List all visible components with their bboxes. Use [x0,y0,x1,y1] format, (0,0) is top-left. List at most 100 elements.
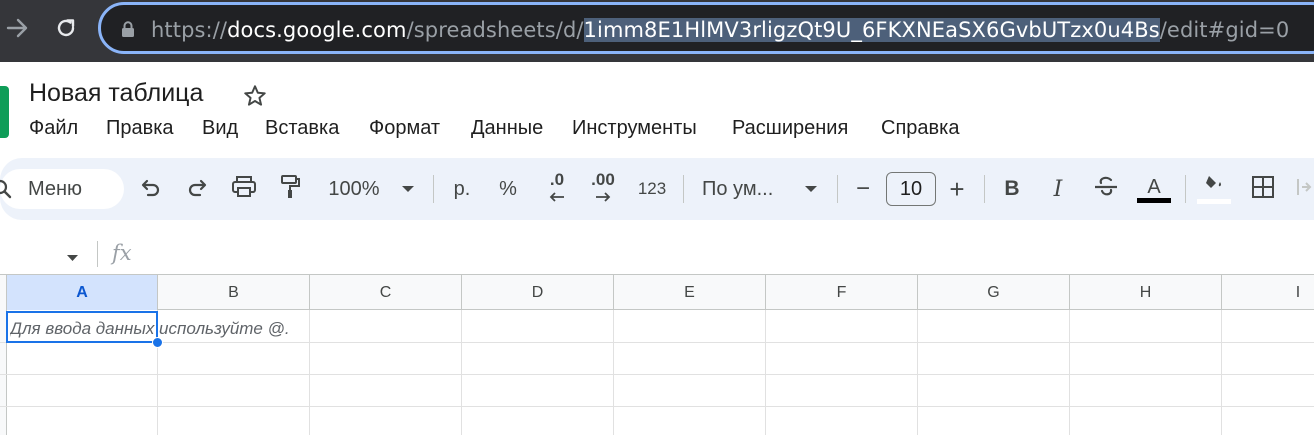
column-header-a[interactable]: A [7,275,158,310]
menu-search-button[interactable]: Меню [0,169,124,209]
menu-search-label: Меню [28,178,83,200]
fill-color-swatch [1197,199,1231,204]
column-header-h[interactable]: H [1070,275,1222,310]
column-header-e[interactable]: E [614,275,766,310]
url-domain: docs.google.com [227,18,407,42]
column-header-b[interactable]: B [158,275,310,310]
font-family-value: По ум... [702,177,774,200]
increase-font-size-button[interactable]: + [944,174,970,204]
merge-cells-button[interactable] [1296,174,1314,204]
column-header-c[interactable]: C [310,275,462,310]
name-box[interactable] [0,238,88,268]
url-text: https://docs.google.com/spreadsheets/d/1… [151,18,1289,42]
menu-help[interactable]: Справка [881,117,959,140]
toolbar-divider [433,175,434,203]
italic-button[interactable]: I [1044,174,1072,204]
row-divider [0,342,1314,343]
increase-decimals-label: .00 [591,170,615,189]
column-divider [613,310,614,435]
percent-format-button[interactable]: % [494,174,522,204]
text-color-button[interactable]: A [1136,174,1172,204]
star-icon[interactable] [242,83,268,114]
menu-file[interactable]: Файл [29,117,78,140]
fill-color-button[interactable] [1196,174,1232,204]
number-format-label: 123 [637,179,667,198]
merge-icon [1296,175,1314,204]
decrease-font-size-button[interactable]: − [850,174,876,204]
forward-button[interactable] [0,10,36,50]
font-size-input[interactable]: 10 [886,172,936,206]
formula-divider [97,241,98,267]
paint-format-button[interactable] [275,174,305,204]
redo-button[interactable] [182,174,212,204]
url-selected-id: 1imm8E1HlMV3rligzQt9U_6FKXNEaSX6GvbUTzx0… [583,18,1160,42]
formula-input[interactable] [140,236,1310,270]
number-format-button[interactable]: 123 [634,174,670,204]
bold-button[interactable]: B [998,174,1026,204]
borders-icon [1251,175,1275,204]
url-prefix: https:// [151,18,228,42]
main-toolbar: Меню 100% р. % .0 .00 123 По ум... − 10 … [0,158,1314,220]
menu-insert[interactable]: Вставка [265,117,339,140]
column-divider [1069,310,1070,435]
menu-extensions[interactable]: Расширения [732,117,848,140]
row-divider [0,374,1314,375]
browser-toolbar: https://docs.google.com/spreadsheets/d/1… [0,0,1314,62]
column-divider [1221,310,1222,435]
font-family-select[interactable]: По ум... [702,174,786,204]
menu-edit[interactable]: Правка [106,117,174,140]
borders-button[interactable] [1248,174,1278,204]
menu-format[interactable]: Формат [369,117,440,140]
undo-icon [140,177,162,202]
arrow-left-icon [548,189,566,207]
toolbar-divider [1185,175,1186,203]
cell-a1-selected[interactable] [6,311,158,343]
redo-icon [186,177,208,202]
paint-roller-icon [279,174,301,205]
strikethrough-icon [1093,176,1119,203]
address-bar[interactable]: https://docs.google.com/spreadsheets/d/1… [98,2,1314,54]
column-header-i[interactable]: I [1222,275,1314,310]
text-color-letter: A [1147,175,1161,198]
decrease-decimals-button[interactable]: .0 [540,171,574,207]
print-button[interactable] [228,174,260,204]
menu-data[interactable]: Данные [471,117,543,140]
spreadsheet-grid: A B C D E F G H I Для ввода данных испол… [0,274,1314,435]
column-header-g[interactable]: G [918,275,1070,310]
plus-icon: + [949,173,965,204]
zoom-dropdown[interactable] [398,174,418,204]
column-divider [917,310,918,435]
select-all-corner[interactable] [0,275,7,310]
percent-label: % [499,177,517,200]
url-path: /spreadsheets/d/ [406,18,584,42]
formula-bar: fx [0,232,1314,274]
menu-view[interactable]: Вид [202,117,238,140]
search-icon [0,179,12,204]
strikethrough-button[interactable] [1091,174,1121,204]
url-suffix: /edit#gid=0 [1159,18,1290,42]
currency-format-button[interactable]: р. [448,174,476,204]
caret-down-icon [66,249,79,267]
reload-icon [54,16,78,45]
arrow-right-icon [594,189,612,207]
currency-label: р. [453,177,471,200]
text-color-swatch [1137,197,1171,203]
column-header-f[interactable]: F [766,275,918,310]
column-divider [765,310,766,435]
column-header-d[interactable]: D [462,275,614,310]
menu-tools[interactable]: Инструменты [572,117,697,140]
increase-decimals-button[interactable]: .00 [586,170,620,207]
zoom-select[interactable]: 100% [324,174,384,204]
toolbar-divider [683,175,684,203]
column-header-row: A B C D E F G H I [0,274,1314,310]
reload-button[interactable] [48,10,84,50]
document-title[interactable]: Новая таблица [29,79,203,108]
undo-button[interactable] [136,174,166,204]
toolbar-divider [837,175,838,203]
lock-icon [121,21,135,43]
paint-bucket-icon [1202,174,1226,199]
row-divider [0,406,1314,407]
font-family-dropdown[interactable] [801,174,821,204]
toolbar-divider [984,175,985,203]
fill-handle[interactable] [152,337,163,348]
